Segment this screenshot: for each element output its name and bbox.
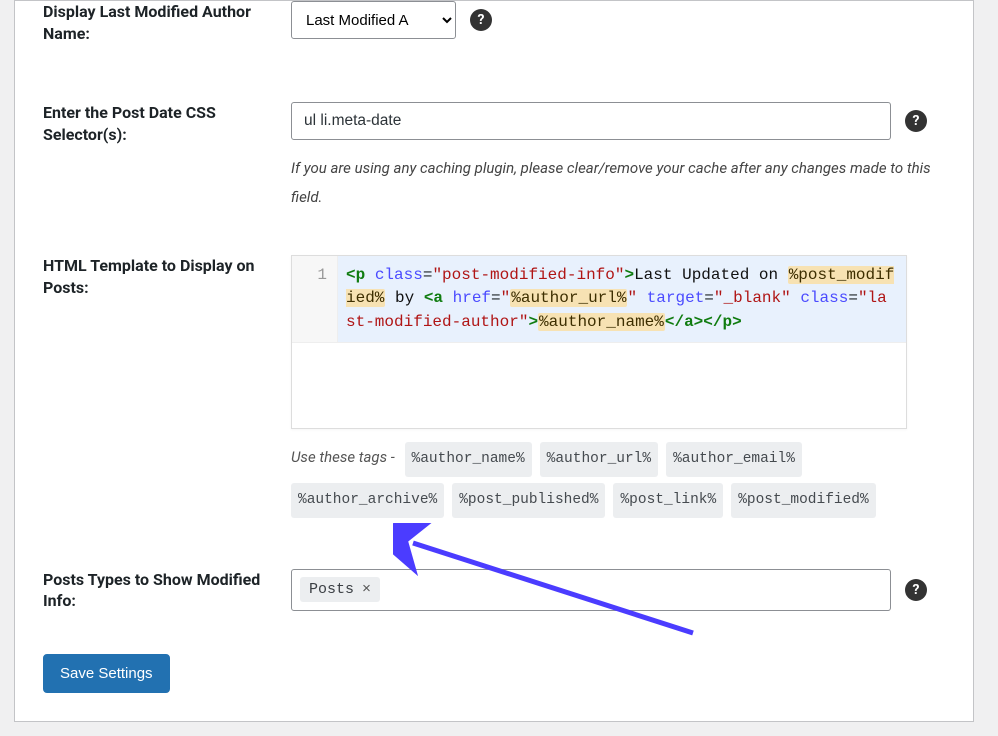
template-tag-chip[interactable]: %author_url% xyxy=(540,442,658,477)
label-html-template: HTML Template to Display on Posts: xyxy=(43,255,291,298)
template-tag-chip[interactable]: %author_name% xyxy=(405,442,532,477)
code-content[interactable]: <p class="post-modified-info">Last Updat… xyxy=(338,256,906,342)
code-gutter: 1 xyxy=(292,256,338,342)
help-icon[interactable]: ? xyxy=(470,9,492,31)
help-icon[interactable]: ? xyxy=(905,579,927,601)
field-css-selector: Enter the Post Date CSS Selector(s): ? I… xyxy=(43,102,945,211)
template-tag-chip[interactable]: %post_published% xyxy=(452,483,605,518)
input-post-types[interactable]: Posts × xyxy=(291,569,891,611)
post-type-token-label: Posts xyxy=(309,581,354,598)
template-tags-hint: Use these tags - %author_name%%author_ur… xyxy=(291,439,941,521)
help-icon[interactable]: ? xyxy=(905,110,927,132)
code-editor-html-template[interactable]: 1 <p class="post-modified-info">Last Upd… xyxy=(291,255,907,429)
label-css-selector: Enter the Post Date CSS Selector(s): xyxy=(43,102,291,145)
field-post-types: Posts Types to Show Modified Info: Posts… xyxy=(43,569,945,612)
label-display-author: Display Last Modified Author Name: xyxy=(43,1,291,44)
field-display-author: Display Last Modified Author Name: Last … xyxy=(43,1,945,44)
field-html-template: HTML Template to Display on Posts: 1 <p … xyxy=(43,255,945,521)
hint-css-selector: If you are using any caching plugin, ple… xyxy=(291,154,945,211)
template-tag-chip[interactable]: %post_modified% xyxy=(731,483,876,518)
template-tag-chip[interactable]: %author_archive% xyxy=(291,483,444,518)
input-css-selector[interactable] xyxy=(291,102,891,140)
select-display-author[interactable]: Last Modified A xyxy=(291,1,456,39)
save-settings-button[interactable]: Save Settings xyxy=(43,654,170,693)
remove-token-icon[interactable]: × xyxy=(362,582,371,597)
template-tag-chip[interactable]: %author_email% xyxy=(666,442,802,477)
label-post-types: Posts Types to Show Modified Info: xyxy=(43,569,291,612)
post-type-token: Posts × xyxy=(300,577,380,602)
template-tag-chip[interactable]: %post_link% xyxy=(613,483,723,518)
